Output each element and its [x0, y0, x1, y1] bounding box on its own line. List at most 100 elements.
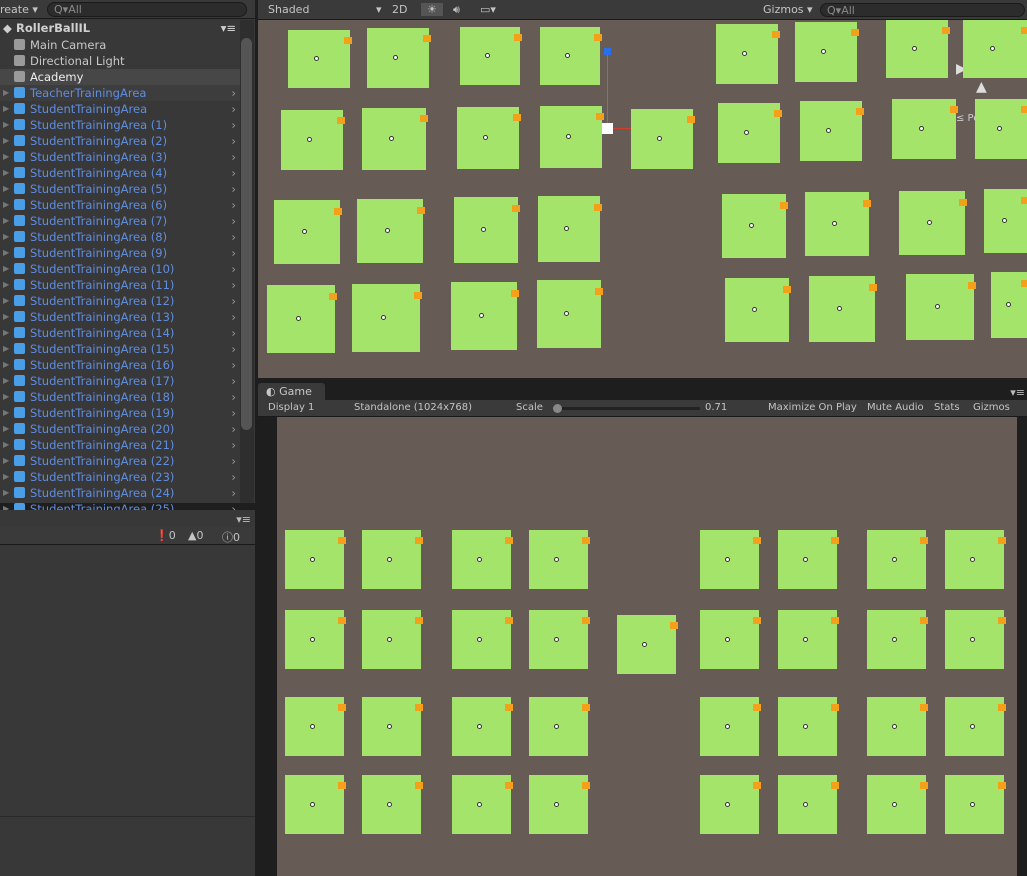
hierarchy-item[interactable]: ▶ StudentTrainingArea (4) › — [0, 165, 240, 181]
scale-slider-thumb[interactable] — [553, 404, 562, 413]
scene-menu-icon[interactable]: ▾≡ — [221, 20, 236, 37]
move-gizmo-y-axis[interactable] — [607, 52, 608, 127]
open-prefab-chevron-icon[interactable]: › — [231, 357, 236, 373]
hierarchy-item[interactable]: ▶ StudentTrainingArea › — [0, 101, 240, 117]
open-prefab-chevron-icon[interactable]: › — [231, 389, 236, 405]
open-prefab-chevron-icon[interactable]: › — [231, 293, 236, 309]
open-prefab-chevron-icon[interactable]: › — [231, 277, 236, 293]
open-prefab-chevron-icon[interactable]: › — [231, 437, 236, 453]
expand-arrow-icon[interactable]: ▶ — [3, 325, 9, 341]
expand-arrow-icon[interactable]: ▶ — [3, 229, 9, 245]
expand-arrow-icon[interactable]: ▶ — [3, 341, 9, 357]
open-prefab-chevron-icon[interactable]: › — [231, 405, 236, 421]
error-count-toggle[interactable]: ❗0 — [155, 529, 176, 542]
hierarchy-item[interactable]: ▶ StudentTrainingArea (19) › — [0, 405, 240, 421]
open-prefab-chevron-icon[interactable]: › — [231, 85, 236, 101]
resolution-dropdown[interactable]: Standalone (1024x768) — [354, 402, 472, 413]
warning-count-toggle[interactable]: ▲0 — [188, 529, 203, 542]
expand-arrow-icon[interactable]: ▶ — [3, 405, 9, 421]
open-prefab-chevron-icon[interactable]: › — [231, 117, 236, 133]
create-dropdown[interactable]: reate ▾ — [0, 3, 38, 16]
expand-arrow-icon[interactable]: ▶ — [3, 165, 9, 181]
open-prefab-chevron-icon[interactable]: › — [231, 245, 236, 261]
move-gizmo-y-handle[interactable] — [604, 48, 611, 55]
effects-toggle-icon[interactable]: ▭▾ — [480, 3, 496, 16]
expand-arrow-icon[interactable]: ▶ — [3, 293, 9, 309]
hierarchy-item[interactable]: Main Camera — [0, 37, 240, 53]
expand-arrow-icon[interactable]: ▶ — [3, 197, 9, 213]
expand-arrow-icon[interactable]: ▶ — [3, 357, 9, 373]
expand-arrow-icon[interactable]: ▶ — [3, 277, 9, 293]
hierarchy-item[interactable]: ▶ StudentTrainingArea (8) › — [0, 229, 240, 245]
hierarchy-item[interactable]: ▶ StudentTrainingArea (21) › — [0, 437, 240, 453]
expand-arrow-icon[interactable]: ▶ — [3, 309, 9, 325]
hierarchy-item[interactable]: ▶ StudentTrainingArea (2) › — [0, 133, 240, 149]
hierarchy-item[interactable]: ▶ StudentTrainingArea (18) › — [0, 389, 240, 405]
lighting-toggle-icon[interactable]: ☀ — [421, 3, 443, 16]
hierarchy-item[interactable]: ▶ StudentTrainingArea (1) › — [0, 117, 240, 133]
hierarchy-item[interactable]: ▶ StudentTrainingArea (6) › — [0, 197, 240, 213]
scrollbar-thumb[interactable] — [241, 38, 252, 430]
hierarchy-item[interactable]: ▶ StudentTrainingArea (12) › — [0, 293, 240, 309]
tab-game[interactable]: ◐ Game — [258, 383, 325, 401]
expand-arrow-icon[interactable]: ▶ — [3, 437, 9, 453]
open-prefab-chevron-icon[interactable]: › — [231, 229, 236, 245]
hierarchy-item[interactable]: ▶ StudentTrainingArea (3) › — [0, 149, 240, 165]
hierarchy-item[interactable]: ▶ TeacherTrainingArea › — [0, 85, 240, 101]
open-prefab-chevron-icon[interactable]: › — [231, 309, 236, 325]
hierarchy-item[interactable]: ▶ StudentTrainingArea (24) › — [0, 485, 240, 501]
expand-arrow-icon[interactable]: ▶ — [3, 469, 9, 485]
hierarchy-item[interactable]: ▶ StudentTrainingArea (23) › — [0, 469, 240, 485]
open-prefab-chevron-icon[interactable]: › — [231, 133, 236, 149]
open-prefab-chevron-icon[interactable]: › — [231, 261, 236, 277]
expand-arrow-icon[interactable]: ▶ — [3, 101, 9, 117]
expand-arrow-icon[interactable]: ▶ — [3, 261, 9, 277]
open-prefab-chevron-icon[interactable]: › — [231, 197, 236, 213]
hierarchy-item[interactable]: ▶ StudentTrainingArea (20) › — [0, 421, 240, 437]
open-prefab-chevron-icon[interactable]: › — [231, 165, 236, 181]
scene-header[interactable]: ◆ RollerBallIL ▾≡ — [0, 20, 240, 37]
move-gizmo-center[interactable] — [602, 123, 613, 134]
expand-arrow-icon[interactable]: ▶ — [3, 117, 9, 133]
expand-arrow-icon[interactable]: ▶ — [3, 245, 9, 261]
hierarchy-item[interactable]: ▶ StudentTrainingArea (14) › — [0, 325, 240, 341]
scene-gizmos-dropdown[interactable]: Gizmos ▾ — [763, 3, 813, 16]
message-count-toggle[interactable]: ⓘ0 — [222, 529, 240, 545]
expand-arrow-icon[interactable]: ▶ — [3, 373, 9, 389]
console-menu-icon[interactable]: ▾≡ — [236, 513, 251, 526]
expand-arrow-icon[interactable]: ▶ — [3, 149, 9, 165]
hierarchy-item[interactable]: ▶ StudentTrainingArea (16) › — [0, 357, 240, 373]
mute-audio-toggle[interactable]: Mute Audio — [867, 402, 924, 413]
hierarchy-item[interactable]: ▶ StudentTrainingArea (15) › — [0, 341, 240, 357]
maximize-on-play-toggle[interactable]: Maximize On Play — [768, 402, 857, 413]
2d-toggle[interactable]: 2D — [392, 3, 407, 16]
expand-arrow-icon[interactable]: ▶ — [3, 421, 9, 437]
hierarchy-item[interactable]: ▶ StudentTrainingArea (7) › — [0, 213, 240, 229]
open-prefab-chevron-icon[interactable]: › — [231, 325, 236, 341]
open-prefab-chevron-icon[interactable]: › — [231, 469, 236, 485]
hierarchy-search-input[interactable]: Q▾All — [47, 2, 247, 17]
expand-arrow-icon[interactable]: ▶ — [3, 133, 9, 149]
game-gizmos-toggle[interactable]: Gizmos — [973, 402, 1010, 413]
open-prefab-chevron-icon[interactable]: › — [231, 341, 236, 357]
hierarchy-scrollbar[interactable] — [240, 20, 254, 503]
open-prefab-chevron-icon[interactable]: › — [231, 453, 236, 469]
open-prefab-chevron-icon[interactable]: › — [231, 421, 236, 437]
scene-view[interactable]: z ▼ ◀ x ▶ ▲ ≤ Persp — [258, 20, 1027, 378]
open-prefab-chevron-icon[interactable]: › — [231, 213, 236, 229]
hierarchy-item[interactable]: ▶ StudentTrainingArea (22) › — [0, 453, 240, 469]
hierarchy-item[interactable]: Academy — [0, 69, 240, 85]
hierarchy-item[interactable]: ▶ StudentTrainingArea (13) › — [0, 309, 240, 325]
hierarchy-item[interactable]: Directional Light — [0, 53, 240, 69]
hierarchy-item[interactable]: ▶ StudentTrainingArea (10) › — [0, 261, 240, 277]
scale-slider[interactable] — [553, 404, 700, 413]
expand-arrow-icon[interactable]: ▶ — [3, 85, 9, 101]
expand-arrow-icon[interactable]: ▶ — [3, 453, 9, 469]
scene-search-input[interactable]: Q▾All — [820, 3, 1025, 17]
expand-arrow-icon[interactable]: ▶ — [3, 389, 9, 405]
open-prefab-chevron-icon[interactable]: › — [231, 149, 236, 165]
game-menu-icon[interactable]: ▾≡ — [1010, 386, 1025, 399]
open-prefab-chevron-icon[interactable]: › — [231, 485, 236, 501]
shading-dropdown[interactable]: Shaded — [268, 3, 309, 16]
hierarchy-item[interactable]: ▶ StudentTrainingArea (17) › — [0, 373, 240, 389]
